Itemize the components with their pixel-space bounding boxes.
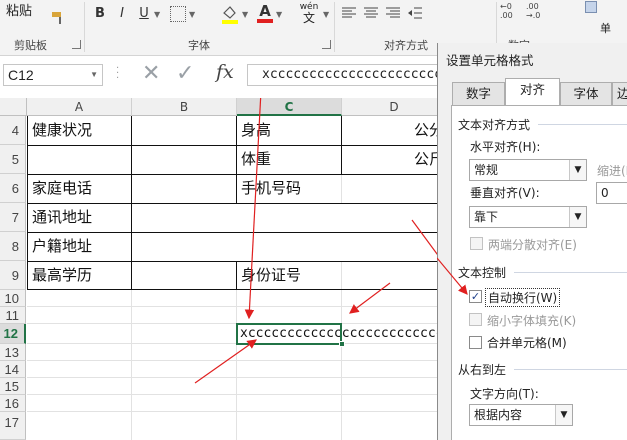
align-center-icon[interactable]: [364, 7, 378, 19]
justify-distributed-checkbox[interactable]: [470, 237, 483, 250]
vertical-align-select[interactable]: 靠下 ▼: [469, 206, 587, 228]
text-direction-select[interactable]: 根据内容 ▼: [469, 404, 573, 426]
cell-styles-label: 单: [600, 22, 611, 35]
shrink-to-fit-checkbox[interactable]: [469, 313, 482, 326]
cancel-icon[interactable]: ✕: [142, 63, 160, 85]
insert-function-button[interactable]: fx: [216, 61, 234, 83]
section-divider: [514, 272, 627, 273]
formula-buttons: ✕ ✓ fx: [130, 61, 242, 86]
text-direction-value: 根据内容: [474, 408, 523, 422]
tab-font[interactable]: 字体: [560, 82, 612, 106]
ribbon-divider: [334, 2, 335, 52]
font-color-dropdown-icon[interactable]: ▼: [276, 10, 282, 19]
section-divider: [538, 124, 627, 125]
rtl-section-title: 从右到左: [458, 363, 507, 377]
format-painter-icon[interactable]: [50, 10, 66, 26]
dialog-title: 设置单元格格式: [446, 53, 534, 68]
vertical-align-value: 靠下: [474, 210, 499, 224]
borders-dropdown-icon[interactable]: ▼: [189, 10, 195, 19]
fill-color-dropdown-icon[interactable]: ▼: [242, 10, 248, 19]
horizontal-align-value: 常规: [474, 163, 499, 177]
underline-dropdown-icon[interactable]: ▼: [154, 10, 160, 19]
font-group-label: 字体: [188, 39, 210, 52]
arrow-from-formula-bar: [244, 98, 262, 320]
name-box-dropdown-icon[interactable]: ▼: [90, 65, 98, 85]
phonetic-char: 文: [302, 11, 315, 25]
paste-button[interactable]: 粘贴: [6, 0, 44, 19]
alignment-group-label: 对齐方式: [384, 39, 428, 52]
font-color-letter: A: [259, 2, 271, 20]
text-direction-label: 文字方向(T):: [470, 387, 539, 401]
vertical-align-label: 垂直对齐(V):: [470, 186, 540, 200]
name-box[interactable]: C12 ▼: [3, 64, 103, 86]
text-alignment-section-title: 文本对齐方式: [458, 118, 531, 132]
phonetic-dropdown-icon[interactable]: ▼: [323, 10, 329, 19]
indent-input[interactable]: 0: [596, 182, 627, 204]
phonetic-button[interactable]: wén 文: [296, 2, 322, 28]
ribbon-divider: [84, 2, 85, 52]
horizontal-align-select[interactable]: 常规 ▼: [469, 159, 587, 181]
justify-distributed-label: 两端分散对齐(E): [488, 238, 577, 252]
spreadsheet-grid: A B C D 4 5 6 7 8 9 10 11 12 13 14 15 16…: [0, 98, 440, 440]
annotation-arrows: [194, 98, 440, 384]
fill-color-button[interactable]: [220, 4, 240, 24]
merge-cells-checkbox[interactable]: [469, 336, 482, 349]
indent-value: 0: [601, 186, 609, 200]
merge-cells-label: 合并单元格(M): [487, 336, 567, 350]
clipboard-group-label: 剪贴板: [14, 39, 47, 52]
italic-button[interactable]: I: [114, 4, 130, 24]
arrow-to-overflow-text: [349, 282, 391, 314]
vertical-dots-icon: · · ·: [116, 63, 120, 84]
bold-button[interactable]: B: [92, 4, 108, 24]
section-divider: [514, 369, 627, 370]
enter-icon[interactable]: ✓: [176, 63, 194, 85]
formula-input[interactable]: xccccccccccccccccccccccc: [247, 64, 437, 86]
borders-button[interactable]: [170, 6, 186, 22]
name-box-value: C12: [8, 67, 34, 83]
arrow-to-wrap-text: [411, 219, 440, 259]
font-launcher-icon[interactable]: [322, 40, 331, 49]
shrink-to-fit-label: 缩小字体填充(K): [487, 314, 577, 328]
clipboard-launcher-icon[interactable]: [72, 40, 81, 49]
indent-label: 缩进(I: [597, 164, 627, 178]
align-right-icon[interactable]: [386, 7, 400, 19]
tab-alignment[interactable]: 对齐: [505, 78, 560, 106]
chevron-down-icon[interactable]: ▼: [569, 207, 586, 227]
increase-decimal-icon[interactable]: ←0.00: [500, 2, 526, 24]
font-color-button[interactable]: A: [256, 2, 274, 24]
chevron-down-icon[interactable]: ▼: [569, 160, 586, 180]
arrow-to-active-cell: [194, 339, 257, 384]
wrap-text-arrow: [437, 257, 468, 295]
cell-styles-icon[interactable]: [585, 1, 597, 13]
decrease-decimal-icon[interactable]: .00 →.0: [526, 2, 552, 24]
tab-border[interactable]: 边: [612, 82, 627, 106]
horizontal-align-label: 水平对齐(H):: [470, 140, 541, 154]
underline-button[interactable]: U: [136, 4, 152, 24]
tab-number[interactable]: 数字: [452, 82, 505, 106]
align-left-icon[interactable]: [342, 7, 356, 19]
decrease-indent-icon[interactable]: [408, 7, 422, 19]
chevron-down-icon[interactable]: ▼: [555, 405, 572, 425]
